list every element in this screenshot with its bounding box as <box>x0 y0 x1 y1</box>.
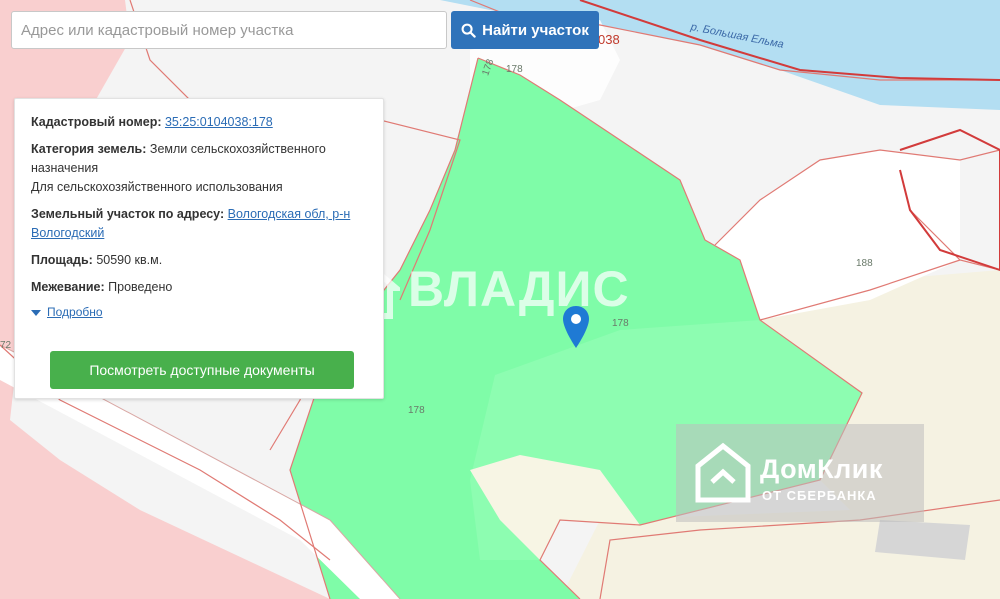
area-value: 50590 кв.м. <box>96 253 163 267</box>
area-label: Площадь: <box>31 253 93 267</box>
parcel-label-038: 038 <box>598 32 620 47</box>
parcel-label-72: 72 <box>0 340 12 351</box>
domclick-watermark: ДомКлик ОТ СБЕРБАНКА <box>676 424 924 522</box>
domclick-sub: ОТ СБЕРБАНКА <box>762 488 877 503</box>
location-marker-icon[interactable] <box>562 305 590 354</box>
survey-row: Межевание: Проведено <box>31 278 367 297</box>
vladis-text: ВЛАДИС <box>408 261 630 317</box>
address-row: Земельный участок по адресу: Вологодская… <box>31 205 367 243</box>
survey-label: Межевание: <box>31 280 105 294</box>
view-documents-button[interactable]: Посмотреть доступные документы <box>50 351 354 389</box>
search-input[interactable] <box>11 11 447 49</box>
search-button-label: Найти участок <box>482 21 589 39</box>
address-label: Земельный участок по адресу: <box>31 207 225 221</box>
chevron-down-icon <box>31 309 41 316</box>
category-label: Категория земель: <box>31 142 147 156</box>
category-row: Категория земель: Земли сельскохозяйстве… <box>31 140 367 197</box>
survey-value: Проведено <box>108 280 173 294</box>
domclick-name: ДомКлик <box>760 454 883 484</box>
area-row: Площадь: 50590 кв.м. <box>31 251 367 270</box>
search-icon <box>461 23 476 38</box>
parcel-label-178-b: 178 <box>506 64 523 75</box>
parcel-info-card: Кадастровый номер: 35:25:0104038:178 Кат… <box>14 98 384 399</box>
search-button[interactable]: Найти участок <box>451 11 599 49</box>
details-toggle[interactable]: Подробно <box>31 303 367 322</box>
cadastral-row: Кадастровый номер: 35:25:0104038:178 <box>31 113 367 132</box>
parcel-label-178-d: 178 <box>408 405 425 416</box>
details-link[interactable]: Подробно <box>47 303 103 322</box>
parcel-label-188: 188 <box>856 258 873 269</box>
cadastral-label: Кадастровый номер: <box>31 115 162 129</box>
cadastral-number-link[interactable]: 35:25:0104038:178 <box>165 115 273 129</box>
domclick-logo-icon <box>695 442 751 503</box>
category-use: Для сельскохозяйственного использования <box>31 180 283 194</box>
